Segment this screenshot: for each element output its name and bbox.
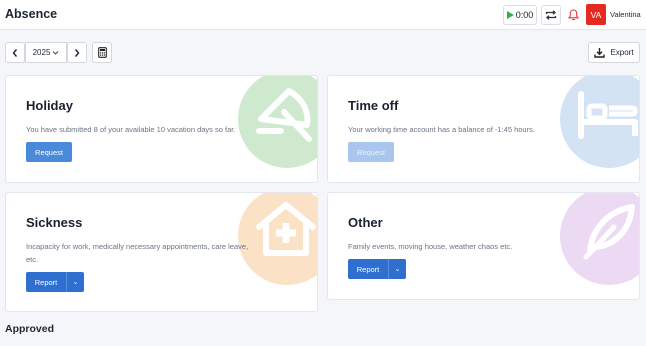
sickness-description: Incapacity for work, medically necessary… xyxy=(26,240,248,266)
holiday-request-button[interactable]: Request xyxy=(26,142,72,162)
bed-icon xyxy=(578,91,638,139)
avatar[interactable]: VA xyxy=(586,4,606,25)
timer-value: 0:00 xyxy=(515,10,534,20)
previous-year-button[interactable] xyxy=(5,42,25,63)
holiday-description: You have submitted 8 of your available 1… xyxy=(26,125,236,134)
sickness-report-label: Report xyxy=(34,277,58,287)
feather-icon xyxy=(583,204,635,260)
sync-button[interactable] xyxy=(541,5,561,25)
holiday-card: Holiday You have submitted 8 of your ava… xyxy=(5,75,318,183)
sickness-report-button[interactable]: Report ⌄ xyxy=(26,272,84,292)
chevron-down-icon[interactable]: ⌄ xyxy=(67,278,84,286)
other-title: Other xyxy=(348,215,383,230)
download-icon xyxy=(594,48,606,58)
time-off-title: Time off xyxy=(348,98,399,113)
chevron-left-icon xyxy=(12,48,18,57)
sickness-description-line-2: etc. xyxy=(26,255,39,264)
export-button[interactable]: Export xyxy=(588,42,640,63)
next-year-button[interactable] xyxy=(67,42,87,63)
chevron-down-icon xyxy=(53,50,59,55)
user-name[interactable]: Valentina xyxy=(610,10,641,19)
other-report-button[interactable]: Report ⌄ xyxy=(348,259,406,279)
time-off-card: Time off Your working time account has a… xyxy=(327,75,640,183)
bell-icon xyxy=(567,9,579,21)
sync-icon xyxy=(545,10,557,20)
year-select[interactable]: 2025 xyxy=(25,42,67,63)
calculator-icon xyxy=(97,47,107,58)
sickness-description-line-1: Incapacity for work, medically necessary… xyxy=(26,242,249,251)
export-label: Export xyxy=(610,48,634,57)
calculator-button[interactable] xyxy=(92,42,112,63)
chevron-right-icon xyxy=(74,48,80,57)
other-card: Other Family events, moving house, weath… xyxy=(327,192,640,300)
sickness-card: Sickness Incapacity for work, medically … xyxy=(5,192,318,312)
play-icon xyxy=(506,11,514,19)
holiday-title: Holiday xyxy=(26,98,73,113)
notifications-button[interactable] xyxy=(564,5,582,25)
sickness-title: Sickness xyxy=(26,215,83,230)
time-off-request-button[interactable]: Request xyxy=(348,142,394,162)
timer-button[interactable]: 0:00 xyxy=(503,5,537,25)
medical-house-icon xyxy=(256,202,316,256)
time-off-description: Your working time account has a balance … xyxy=(348,125,535,134)
year-value: 2025 xyxy=(32,48,51,57)
other-description: Family events, moving house, weather cha… xyxy=(348,242,513,251)
page-title: Absence xyxy=(5,7,58,21)
chevron-down-icon[interactable]: ⌄ xyxy=(389,265,406,273)
approved-section-title: Approved xyxy=(5,323,55,335)
top-bar: Absence 0:00 VA Valentina xyxy=(0,0,646,30)
umbrella-icon xyxy=(256,88,312,142)
other-report-label: Report xyxy=(356,264,380,274)
